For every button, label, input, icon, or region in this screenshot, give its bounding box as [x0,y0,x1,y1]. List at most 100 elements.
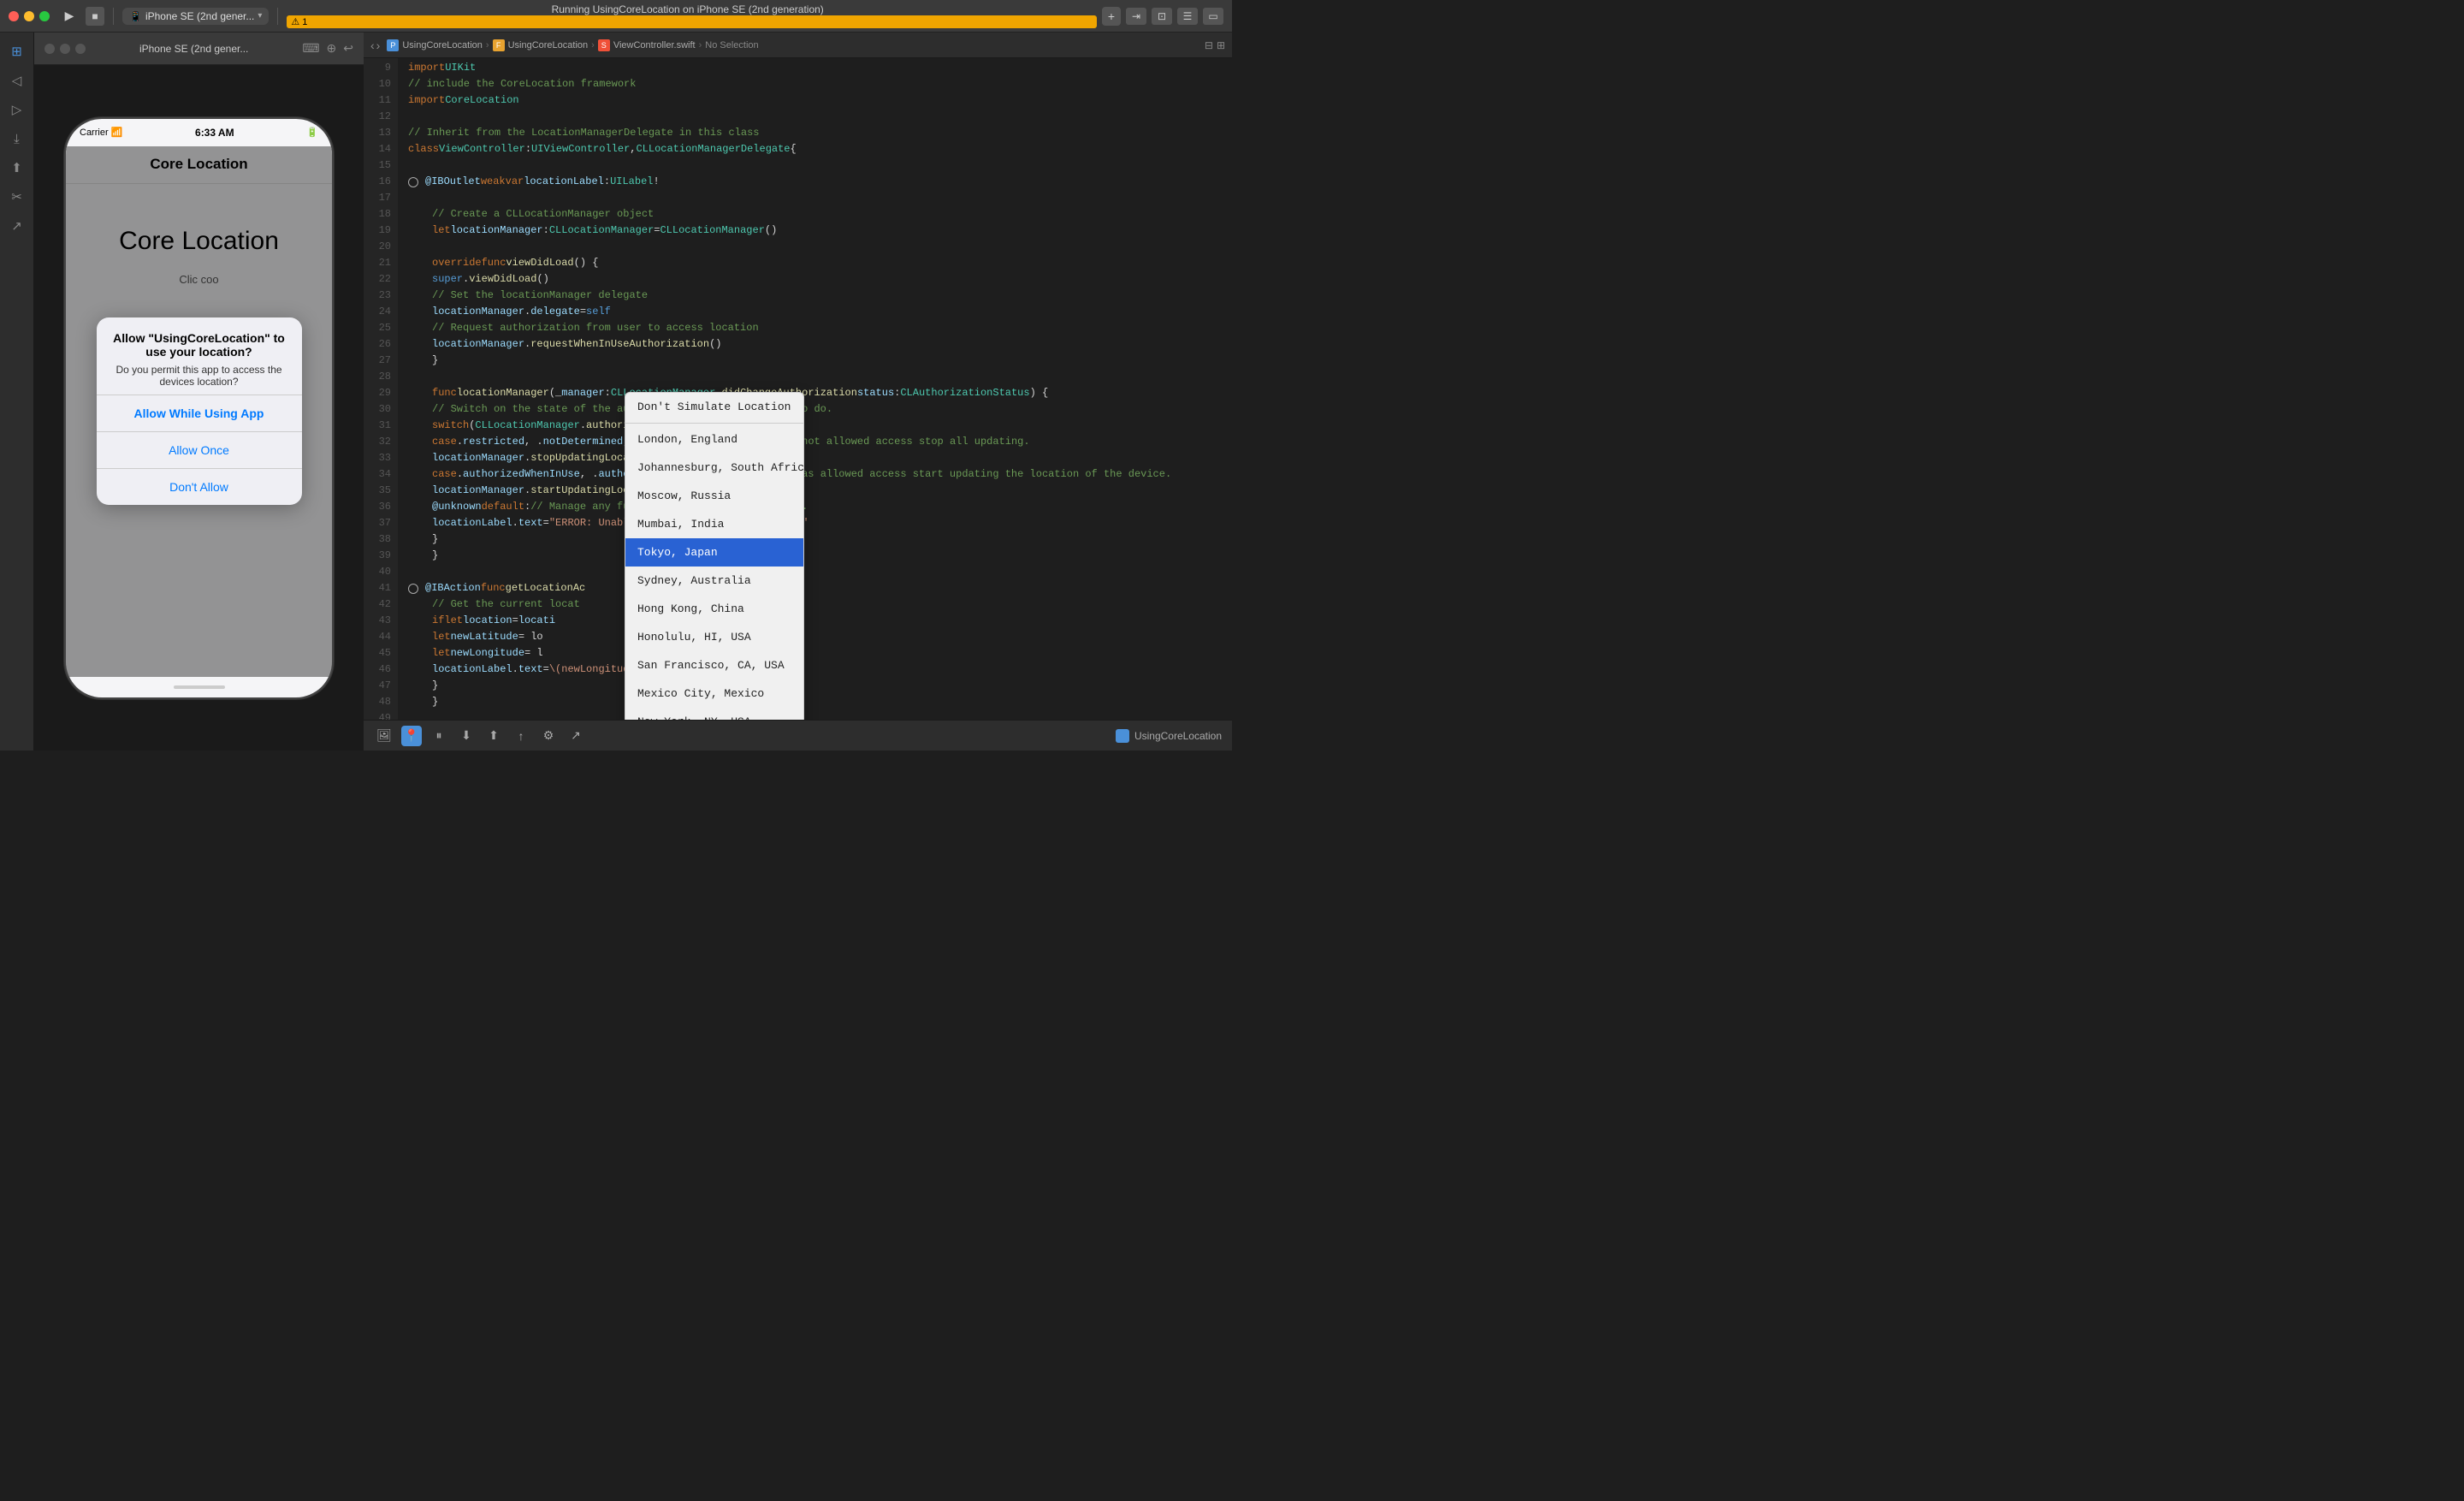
breadcrumb-bar: ‹ › P UsingCoreLocation › F UsingCoreLoc… [364,33,1232,58]
dropdown-item-moscow[interactable]: Moscow, Russia [625,482,803,510]
dropdown-item-tokyo[interactable]: Tokyo, Japan [625,538,803,567]
sim-rotate-icon[interactable]: ↩ [343,41,353,56]
editor-layout-btn4[interactable]: ▭ [1203,8,1223,25]
sim-close[interactable] [44,44,55,54]
breadcrumb-project[interactable]: UsingCoreLocation [402,40,483,50]
iphone-frame: Carrier 📶 6:33 AM 🔋 Core Location [64,117,334,699]
dropdown-item-honolulu[interactable]: Honolulu, HI, USA [625,623,803,651]
dropdown-item-london[interactable]: London, England [625,425,803,454]
navigator-test-icon[interactable]: ✂ [5,185,29,209]
code-line-38: } [408,531,1232,548]
simulator-body: Carrier 📶 6:33 AM 🔋 Core Location [34,65,364,750]
toolbar-right: + ⇥ ⊡ ☰ ▭ [1102,7,1223,26]
editor-layout-btn2[interactable]: ⊡ [1152,8,1172,25]
close-button[interactable] [9,11,19,21]
breadcrumb-folder[interactable]: UsingCoreLocation [508,40,589,50]
maximize-button[interactable] [39,11,50,21]
status-icons: 🔋 [306,127,318,138]
location-permission-alert: Allow "UsingCoreLocation" to use your lo… [66,146,332,677]
project-icon: P [387,39,399,51]
breadcrumb-back-button[interactable]: ‹ [370,39,375,52]
code-line-32: case .restricted, .notDetermined, .denie… [408,434,1232,450]
allow-while-using-button[interactable]: Allow While Using App [97,395,302,432]
dropdown-item-new-york[interactable]: New York, NY, USA [625,708,803,720]
code-line-37: locationLabel.text = "ERROR: Unable to a… [408,515,1232,531]
dont-allow-button[interactable]: Don't Allow [97,469,302,505]
code-line-12 [408,109,1232,125]
location-dropdown[interactable]: Don't Simulate Location London, England … [625,392,804,720]
bottom-icon-cpu[interactable]: ⚙ [538,726,559,746]
navigator-project-icon[interactable]: ⊞ [5,39,29,63]
bottom-icon-pause[interactable]: ⏸ [429,726,449,746]
iphone-home-indicator [66,677,332,697]
code-line-9: import UIKit [408,60,1232,76]
sim-maximize[interactable] [75,44,86,54]
minimize-button[interactable] [24,11,34,21]
code-line-44: let newLatitude = lo [408,629,1232,645]
editor-layout-btn3[interactable]: ☰ [1177,8,1198,25]
code-line-10: // include the CoreLocation framework [408,76,1232,92]
navigator-symbol-icon[interactable]: ▷ [5,98,29,122]
navigator-find-icon[interactable]: ⤓ [5,127,29,151]
folder-icon: F [493,39,505,51]
allow-once-button[interactable]: Allow Once [97,432,302,469]
breadcrumb-no-selection: No Selection [705,40,758,50]
sim-keyboard-icon[interactable]: ⌨ [302,41,319,56]
code-line-21: override func viewDidLoad() { [408,255,1232,271]
split-editor-button[interactable]: ⊟ [1205,39,1213,51]
code-editor: 9 10 11 12 13 14 15 16 17 18 19 20 21 22 [364,58,1232,720]
code-line-13: // Inherit from the LocationManagerDeleg… [408,125,1232,141]
running-status: Running UsingCoreLocation on iPhone SE (… [287,3,1097,28]
simulator-titlebar: iPhone SE (2nd gener... ⌨ ⊕ ↩ [34,33,364,65]
add-editor-button[interactable]: ⊞ [1217,39,1225,51]
sim-title: iPhone SE (2nd gener... [92,43,295,55]
dropdown-item-san-francisco[interactable]: San Francisco, CA, USA [625,651,803,679]
code-line-23: // Set the locationManager delegate [408,288,1232,304]
alert-actions: Allow While Using App Allow Once Don't A… [97,395,302,505]
dropdown-item-johannesburg[interactable]: Johannesburg, South Africa [625,454,803,482]
sim-traffic-lights [44,44,86,54]
bottom-icon-step-out[interactable]: ↑ [511,726,531,746]
run-button[interactable]: ▶ [58,5,80,27]
stop-button[interactable]: ■ [86,7,104,26]
dropdown-item-dont-simulate[interactable]: Don't Simulate Location [625,393,803,421]
carrier-indicator: Carrier 📶 [80,127,122,138]
device-selector[interactable]: 📱 iPhone SE (2nd gener... ▾ [122,8,269,25]
traffic-lights [9,11,50,21]
code-line-33: locationManager.stopUpdatingLocation() [408,450,1232,466]
sim-minimize[interactable] [60,44,70,54]
bottom-icon-photo[interactable]: 🖼 [374,726,394,746]
code-line-48: } [408,694,1232,710]
navigator-source-icon[interactable]: ◁ [5,68,29,92]
chevron-down-icon: ▾ [258,11,262,21]
add-tab-button[interactable]: + [1102,7,1121,26]
bottom-icon-step-over[interactable]: ⬇ [456,726,477,746]
breadcrumb-forward-button[interactable]: › [376,39,381,52]
alert-message: Do you permit this app to access the dev… [110,364,288,388]
bottom-toolbar: 🖼 📍 ⏸ ⬇ ⬆ ↑ ⚙ ↗ UsingCoreLocation [364,720,1232,750]
bottom-icon-location-active[interactable]: 📍 [401,726,422,746]
code-line-14: class ViewController: UIViewController, … [408,141,1232,157]
code-line-40 [408,564,1232,580]
dropdown-item-sydney[interactable]: Sydney, Australia [625,567,803,595]
breadcrumb-file[interactable]: ViewController.swift [613,40,696,50]
wifi-icon: 📶 [111,127,123,138]
code-line-47: } [408,678,1232,694]
dropdown-item-mumbai[interactable]: Mumbai, India [625,510,803,538]
dropdown-item-hongkong[interactable]: Hong Kong, China [625,595,803,623]
device-name: iPhone SE (2nd gener... [145,10,254,22]
swift-file-icon: S [598,39,610,51]
code-line-45: let newLongitude = l [408,645,1232,662]
editor-panel: ‹ › P UsingCoreLocation › F UsingCoreLoc… [364,33,1232,750]
separator2 [277,8,278,25]
navigator-issue-icon[interactable]: ⬆ [5,156,29,180]
editor-layout-btn1[interactable]: ⇥ [1126,8,1146,25]
code-line-39: } [408,548,1232,564]
bottom-icon-step-into[interactable]: ⬆ [483,726,504,746]
bottom-icon-share[interactable]: ↗ [566,726,586,746]
dropdown-item-mexico[interactable]: Mexico City, Mexico [625,679,803,708]
navigator-debug-icon[interactable]: ↗ [5,214,29,238]
code-area[interactable]: import UIKit // include the CoreLocation… [398,58,1232,720]
left-navigator: ⊞ ◁ ▷ ⤓ ⬆ ✂ ↗ [0,33,34,750]
sim-home-icon[interactable]: ⊕ [327,41,337,56]
